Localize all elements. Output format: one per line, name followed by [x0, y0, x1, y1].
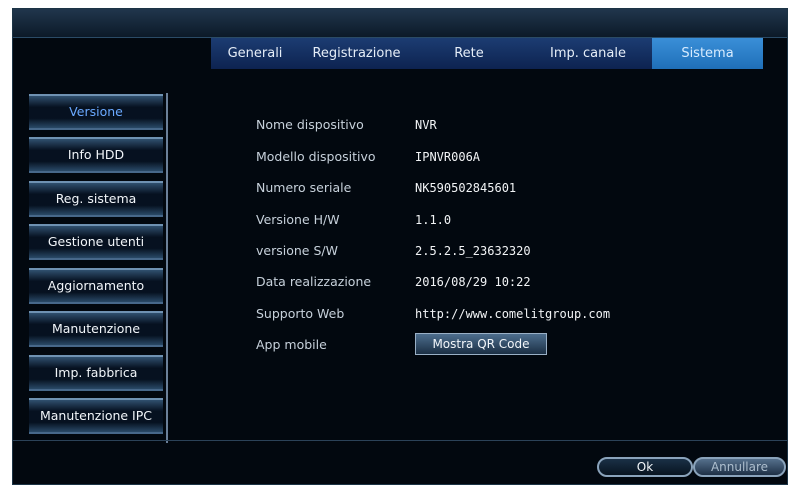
footer-divider: [13, 440, 787, 441]
value-data-realizzazione: 2016/08/29 10:22: [415, 275, 531, 289]
tab-rete[interactable]: Rete: [414, 38, 524, 69]
label-versione-sw: versione S/W: [256, 243, 338, 258]
label-data-realizzazione: Data realizzazione: [256, 274, 372, 289]
ok-button[interactable]: Ok: [597, 457, 693, 477]
value-versione-hw: 1.1.0: [415, 213, 452, 227]
sidebar-item-aggiornamento[interactable]: Aggiornamento: [29, 268, 163, 304]
sidebar-item-imp-fabbrica[interactable]: Imp. fabbrica: [29, 355, 163, 391]
label-numero-seriale: Numero seriale: [256, 180, 352, 195]
label-app-mobile: App mobile: [256, 337, 327, 352]
sidebar-item-gestione-utenti[interactable]: Gestione utenti: [29, 224, 163, 260]
value-supporto-web: http://www.comelitgroup.com: [415, 307, 611, 321]
sidebar-item-versione[interactable]: Versione: [29, 94, 163, 130]
value-versione-sw: 2.5.2.5_23632320: [415, 244, 531, 258]
sidebar-item-manutenzione[interactable]: Manutenzione: [29, 311, 163, 347]
label-modello-dispositivo: Modello dispositivo: [256, 149, 376, 164]
tab-sistema[interactable]: Sistema: [652, 38, 763, 69]
sidebar-divider: [166, 93, 168, 443]
settings-window: Generali Registrazione Rete Imp. canale …: [12, 8, 788, 485]
tab-imp-canale[interactable]: Imp. canale: [524, 38, 652, 69]
show-qr-code-button[interactable]: Mostra QR Code: [415, 333, 547, 355]
tab-generali[interactable]: Generali: [211, 38, 299, 69]
cancel-button[interactable]: Annullare: [693, 457, 786, 477]
value-nome-dispositivo: NVR: [415, 118, 437, 132]
sidebar-item-info-hdd[interactable]: Info HDD: [29, 137, 163, 173]
value-modello-dispositivo: IPNVR006A: [415, 150, 481, 164]
sidebar-item-reg-sistema[interactable]: Reg. sistema: [29, 181, 163, 217]
label-versione-hw: Versione H/W: [256, 212, 340, 227]
sidebar-item-manutenzione-ipc[interactable]: Manutenzione IPC: [29, 398, 163, 434]
label-supporto-web: Supporto Web: [256, 306, 345, 321]
title-bar: [13, 9, 787, 38]
tab-bar: Generali Registrazione Rete Imp. canale …: [211, 38, 763, 69]
label-nome-dispositivo: Nome dispositivo: [256, 117, 364, 132]
value-numero-seriale: NK590502845601: [415, 181, 517, 195]
tab-registrazione[interactable]: Registrazione: [299, 38, 414, 69]
